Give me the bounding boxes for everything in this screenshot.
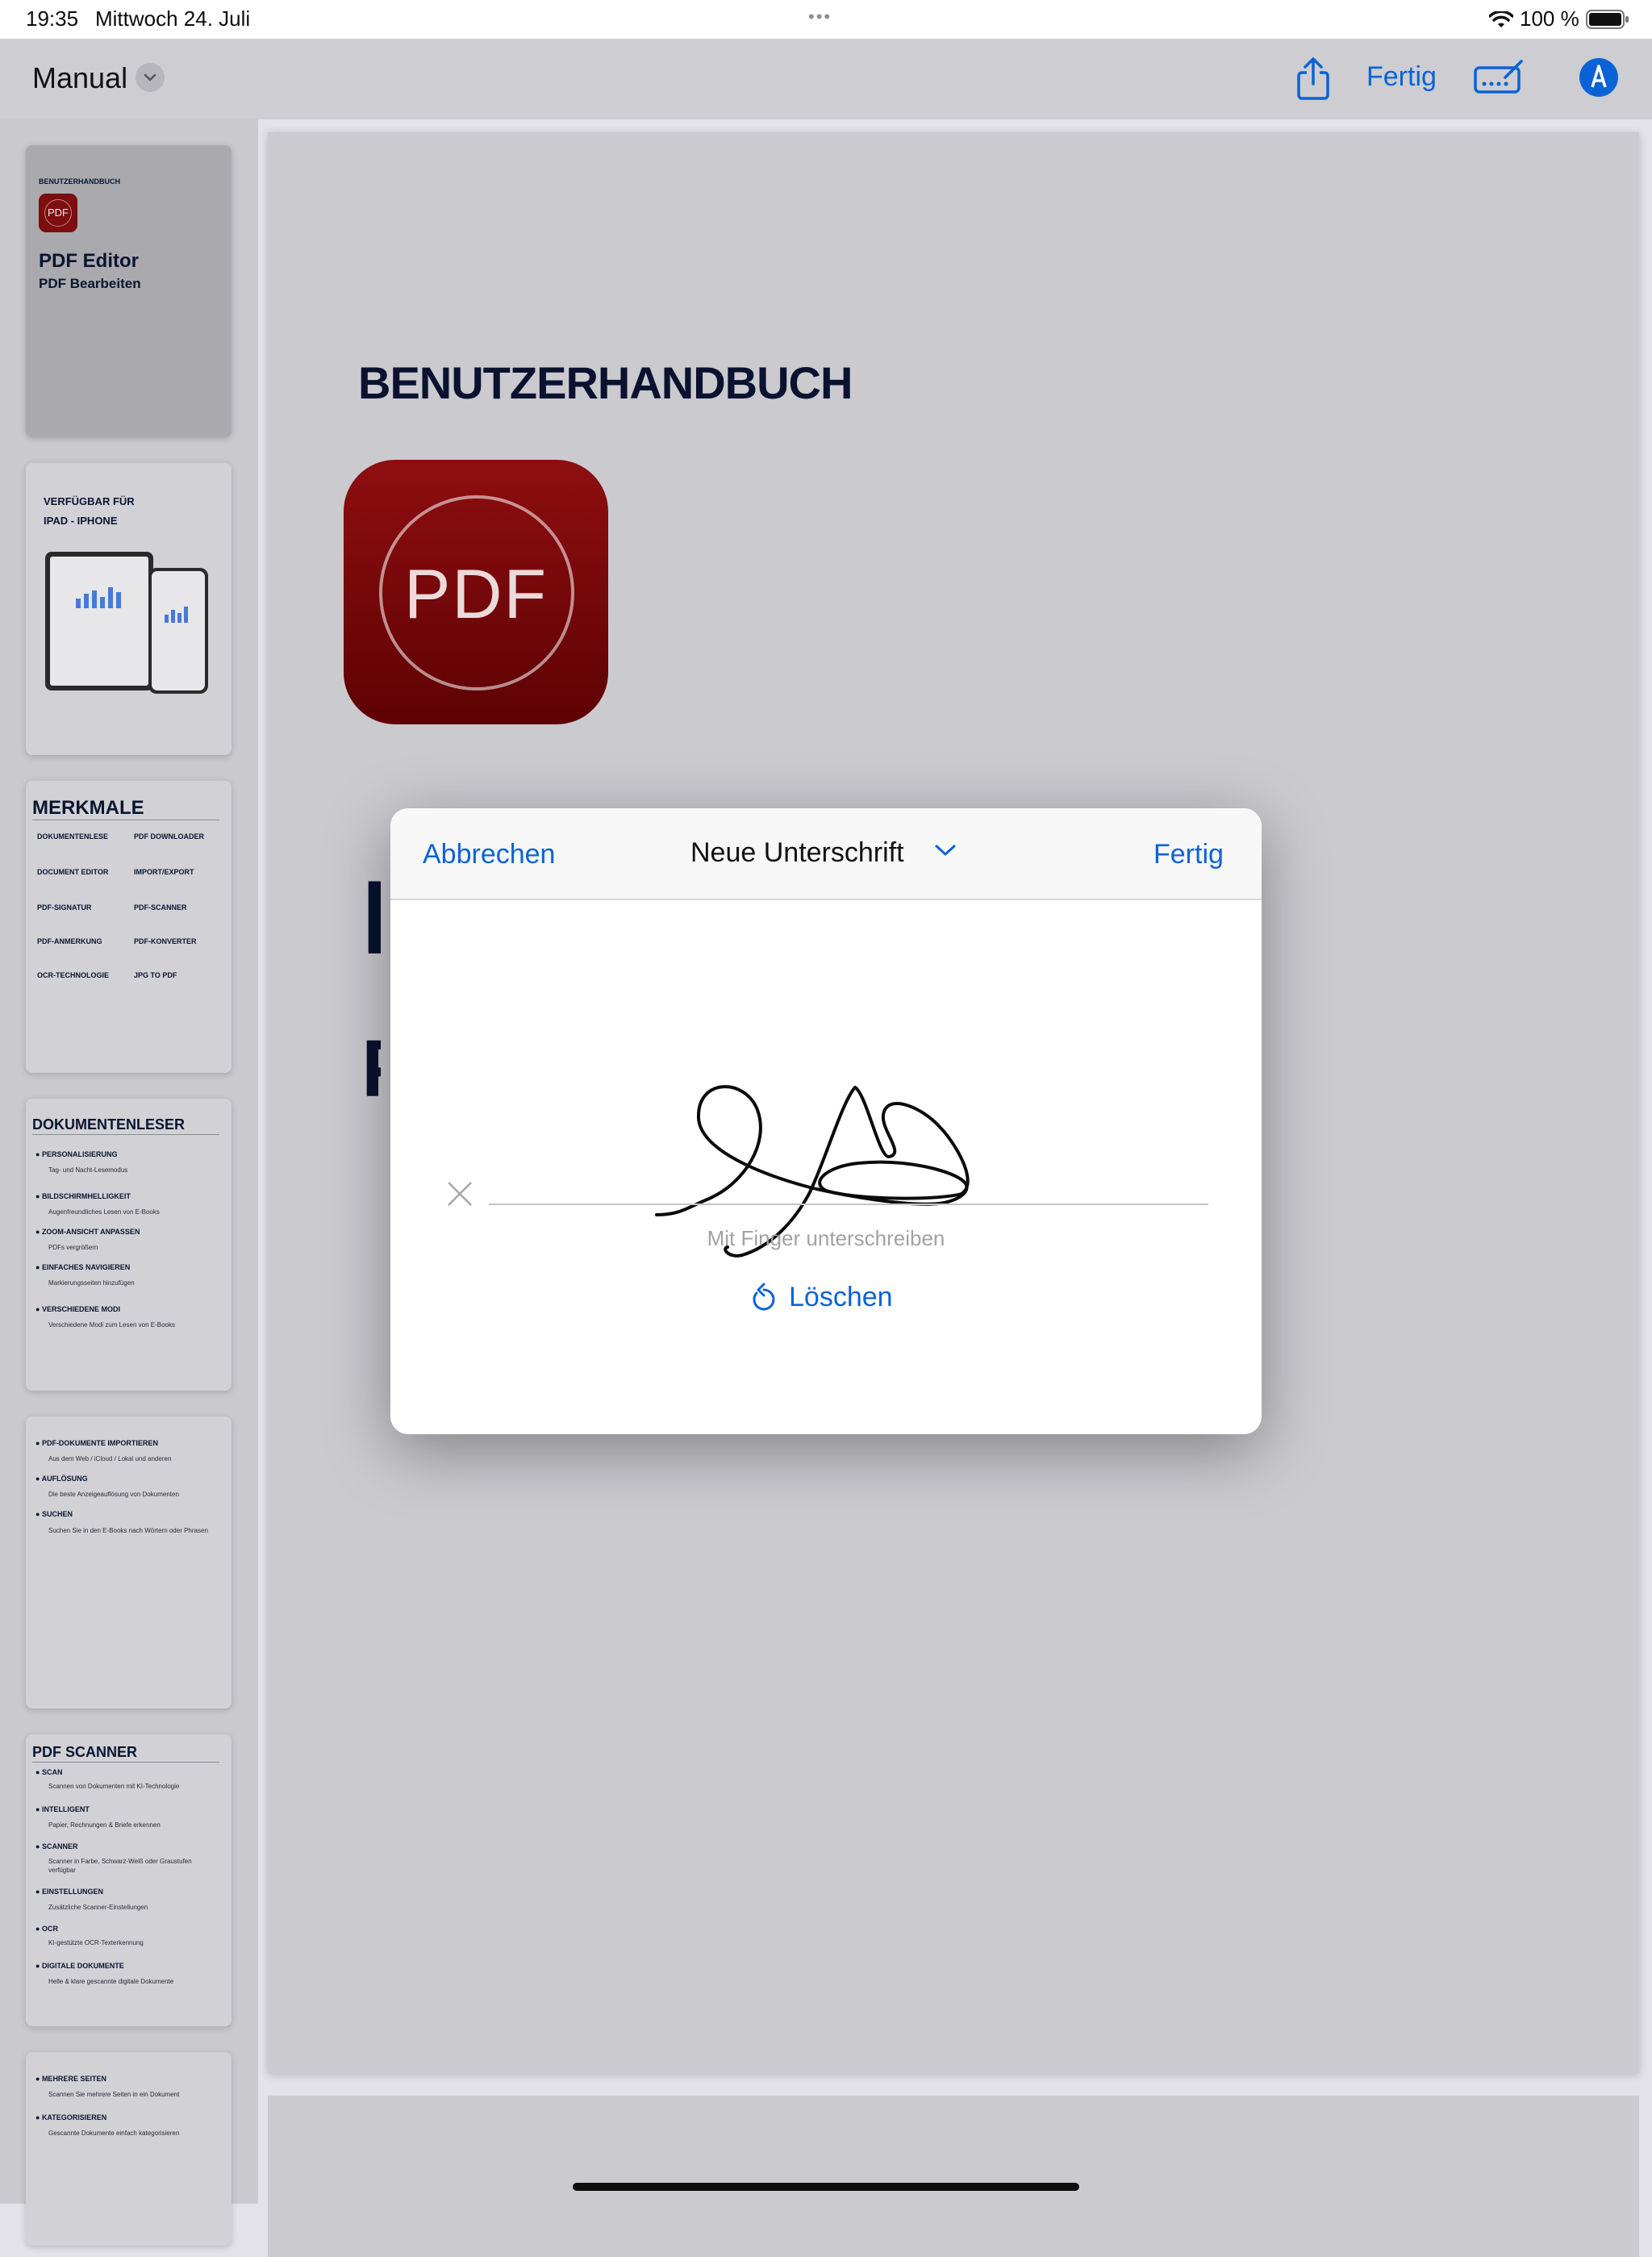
thumb-title: PDF Editor — [39, 250, 139, 272]
clear-label: Löschen — [789, 1281, 893, 1312]
page-title-partial: P — [361, 861, 381, 973]
signature-canvas[interactable] — [390, 900, 1262, 1320]
status-bar: 19:35 Mittwoch 24. Juli ••• 100 % — [0, 0, 1652, 39]
signature-baseline — [489, 1204, 1208, 1205]
pdf-app-logo: PDF — [39, 194, 77, 232]
thumb-item-head: VERSCHIEDENE MODI — [41, 1305, 120, 1313]
status-date: Mittwoch 24. Juli — [95, 6, 251, 31]
thumb-item: PDF-SIGNATUR — [37, 903, 92, 912]
thumbnail-page-4[interactable]: DOKUMENTENLESER ● PERSONALISIERUNG Tag- … — [26, 1099, 232, 1391]
thumb-title: PDF SCANNER — [32, 1744, 138, 1760]
thumbnail-page-1[interactable]: BENUTZERHANDBUCH PDF PDF Editor PDF Bear… — [26, 145, 232, 437]
thumb-item-head: DIGITALE DOKUMENTE — [41, 1962, 124, 1970]
devices-illustration — [45, 552, 208, 694]
thumb-item-head: EINSTELLUNGEN — [41, 1888, 103, 1896]
share-icon[interactable] — [1295, 56, 1331, 106]
dialog-title[interactable]: Neue Unterschrift — [690, 837, 904, 869]
dialog-done-button[interactable]: Fertig — [1153, 839, 1224, 870]
thumb-item-sub: Scannen von Dokumenten mit KI-Technologi… — [48, 1783, 180, 1790]
thumb-item-head: KATEGORISIEREN — [41, 2113, 107, 2121]
thumb-item-head: INTELLIGENT — [41, 1805, 90, 1813]
pdf-app-logo: PDF — [344, 460, 608, 724]
thumb-item: JPG TO PDF — [134, 971, 177, 979]
thumb-item-sub: KI-gestützte OCR-Texterkennung — [48, 1939, 144, 1946]
page-thumbnail-sidebar: BENUTZERHANDBUCH PDF PDF Editor PDF Bear… — [0, 119, 258, 2246]
thumb-item-head: SCAN — [41, 1768, 63, 1776]
battery-percent: 100 % — [1520, 6, 1579, 31]
thumbnail-page-7[interactable]: ● MEHRERE SEITEN Scannen Sie mehrere Sei… — [26, 2052, 232, 2246]
thumb-item: OCR-TECHNOLOGIE — [37, 971, 109, 979]
thumbnail-page-6[interactable]: PDF SCANNER ● SCAN Scannen von Dokumente… — [26, 1734, 232, 2026]
battery-icon — [1586, 10, 1629, 35]
thumbnail-page-3[interactable]: MERKMALE DOKUMENTENLESE PDF DOWNLOADER D… — [26, 781, 232, 1073]
thumb-title-line-1: VERFÜGBAR FÜR — [44, 495, 135, 507]
wifi-icon — [1488, 10, 1514, 35]
thumb-item: DOKUMENTENLESE — [37, 832, 109, 841]
chevron-down-icon[interactable] — [136, 63, 165, 92]
page-heading: BENUTZERHANDBUCH — [358, 357, 853, 408]
thumb-item-sub: Die beste Anzeigeauflösung von Dokumente… — [48, 1491, 179, 1498]
new-signature-dialog: Abbrechen Neue Unterschrift Fertig Mit F… — [390, 808, 1262, 1434]
thumbnail-page-2[interactable]: VERFÜGBAR FÜR IPAD - IPHONE — [26, 463, 232, 755]
navigation-bar: Manual Fertig — [0, 39, 1652, 119]
document-page-next — [268, 2096, 1639, 2257]
thumb-item-sub: Scanner in Farbe, Schwarz-Weiß oder Grau… — [48, 1858, 192, 1874]
thumb-item: PDF-ANMERKUNG — [37, 937, 102, 945]
chevron-down-icon[interactable] — [934, 842, 957, 862]
thumb-item-head: MEHRERE SEITEN — [41, 2075, 106, 2083]
thumb-item: PDF-KONVERTER — [134, 937, 197, 945]
thumb-item-sub: Gescannte Dokumente einfach kategorisier… — [48, 2130, 180, 2137]
thumbnail-page-5[interactable]: ● PDF-DOKUMENTE IMPORTIEREN Aus dem Web … — [26, 1416, 232, 1708]
multitasking-dots[interactable]: ••• — [808, 6, 832, 27]
thumb-item-head: OCR — [41, 1925, 58, 1933]
thumb-item-head: AUFLÖSUNG — [41, 1475, 88, 1483]
status-time: 19:35 — [26, 6, 79, 31]
signature-hint: Mit Finger unterschreiben — [707, 1226, 945, 1250]
thumb-item-head: BILDSCHIRMHELLIGKEIT — [41, 1192, 131, 1200]
thumb-item-sub: Tag- und Nacht-Lesemodus — [48, 1166, 128, 1174]
document-title[interactable]: Manual — [32, 61, 127, 95]
dialog-header: Abbrechen Neue Unterschrift Fertig — [390, 808, 1262, 900]
thumb-title-line-2: IPAD - IPHONE — [44, 515, 118, 527]
thumb-item-head: SCANNER — [41, 1842, 78, 1850]
close-icon — [445, 1179, 474, 1212]
thumb-item-sub: Aus dem Web / iCloud / Lokal und anderen — [48, 1455, 172, 1462]
thumb-item-sub: Papier, Rechnungen & Briefe erkennen — [48, 1821, 161, 1829]
thumb-subtitle: PDF Bearbeiten — [39, 276, 141, 291]
keyboard-pencil-icon[interactable] — [1473, 58, 1526, 99]
thumb-header: BENUTZERHANDBUCH — [39, 177, 120, 186]
thumb-item-head: PDF-DOKUMENTE IMPORTIEREN — [41, 1439, 158, 1447]
thumb-item: DOCUMENT EDITOR — [37, 868, 109, 876]
thumb-item-sub: Augenfreundliches Lesen von E-Books — [48, 1208, 160, 1216]
thumb-item: IMPORT/EXPORT — [134, 868, 194, 876]
thumb-item-sub: Zusätzliche Scanner-Einstellungen — [48, 1904, 148, 1911]
thumb-item-head: PERSONALISIERUNG — [41, 1150, 118, 1158]
thumb-item-sub: Scannen Sie mehrere Seiten in ein Dokume… — [48, 2091, 180, 2098]
clear-button[interactable]: Löschen — [750, 1275, 893, 1320]
thumb-item-sub: Verschiedene Modi zum Lesen von E-Books — [48, 1321, 175, 1329]
thumb-title: MERKMALE — [32, 797, 144, 819]
thumb-item-head: EINFACHES NAVIGIEREN — [41, 1263, 131, 1271]
undo-arrow-icon — [753, 1283, 775, 1311]
thumb-item: PDF-SCANNER — [134, 903, 187, 912]
thumb-item: PDF DOWNLOADER — [134, 832, 204, 841]
markup-pen-icon[interactable] — [1578, 56, 1620, 102]
cancel-button[interactable]: Abbrechen — [423, 839, 555, 870]
page-subtitle-partial: P — [361, 1029, 381, 1108]
thumb-item-head: SUCHEN — [41, 1510, 73, 1518]
thumb-item-sub: Markierungsseiten hinzufügen — [48, 1279, 135, 1287]
done-button[interactable]: Fertig — [1366, 61, 1437, 93]
thumb-item-sub: PDFs vergrößern — [48, 1244, 98, 1251]
pdf-logo-text: PDF — [404, 556, 548, 633]
thumb-item-sub: Suchen Sie in den E-Books nach Wörtern o… — [48, 1527, 208, 1534]
thumb-title: DOKUMENTENLESER — [32, 1116, 186, 1133]
thumb-item-head: ZOOM-ANSICHT ANPASSEN — [41, 1228, 140, 1236]
home-indicator[interactable] — [573, 2183, 1079, 2191]
thumb-item-sub: Helle & klare gescannte digitale Dokumen… — [48, 1978, 174, 1985]
